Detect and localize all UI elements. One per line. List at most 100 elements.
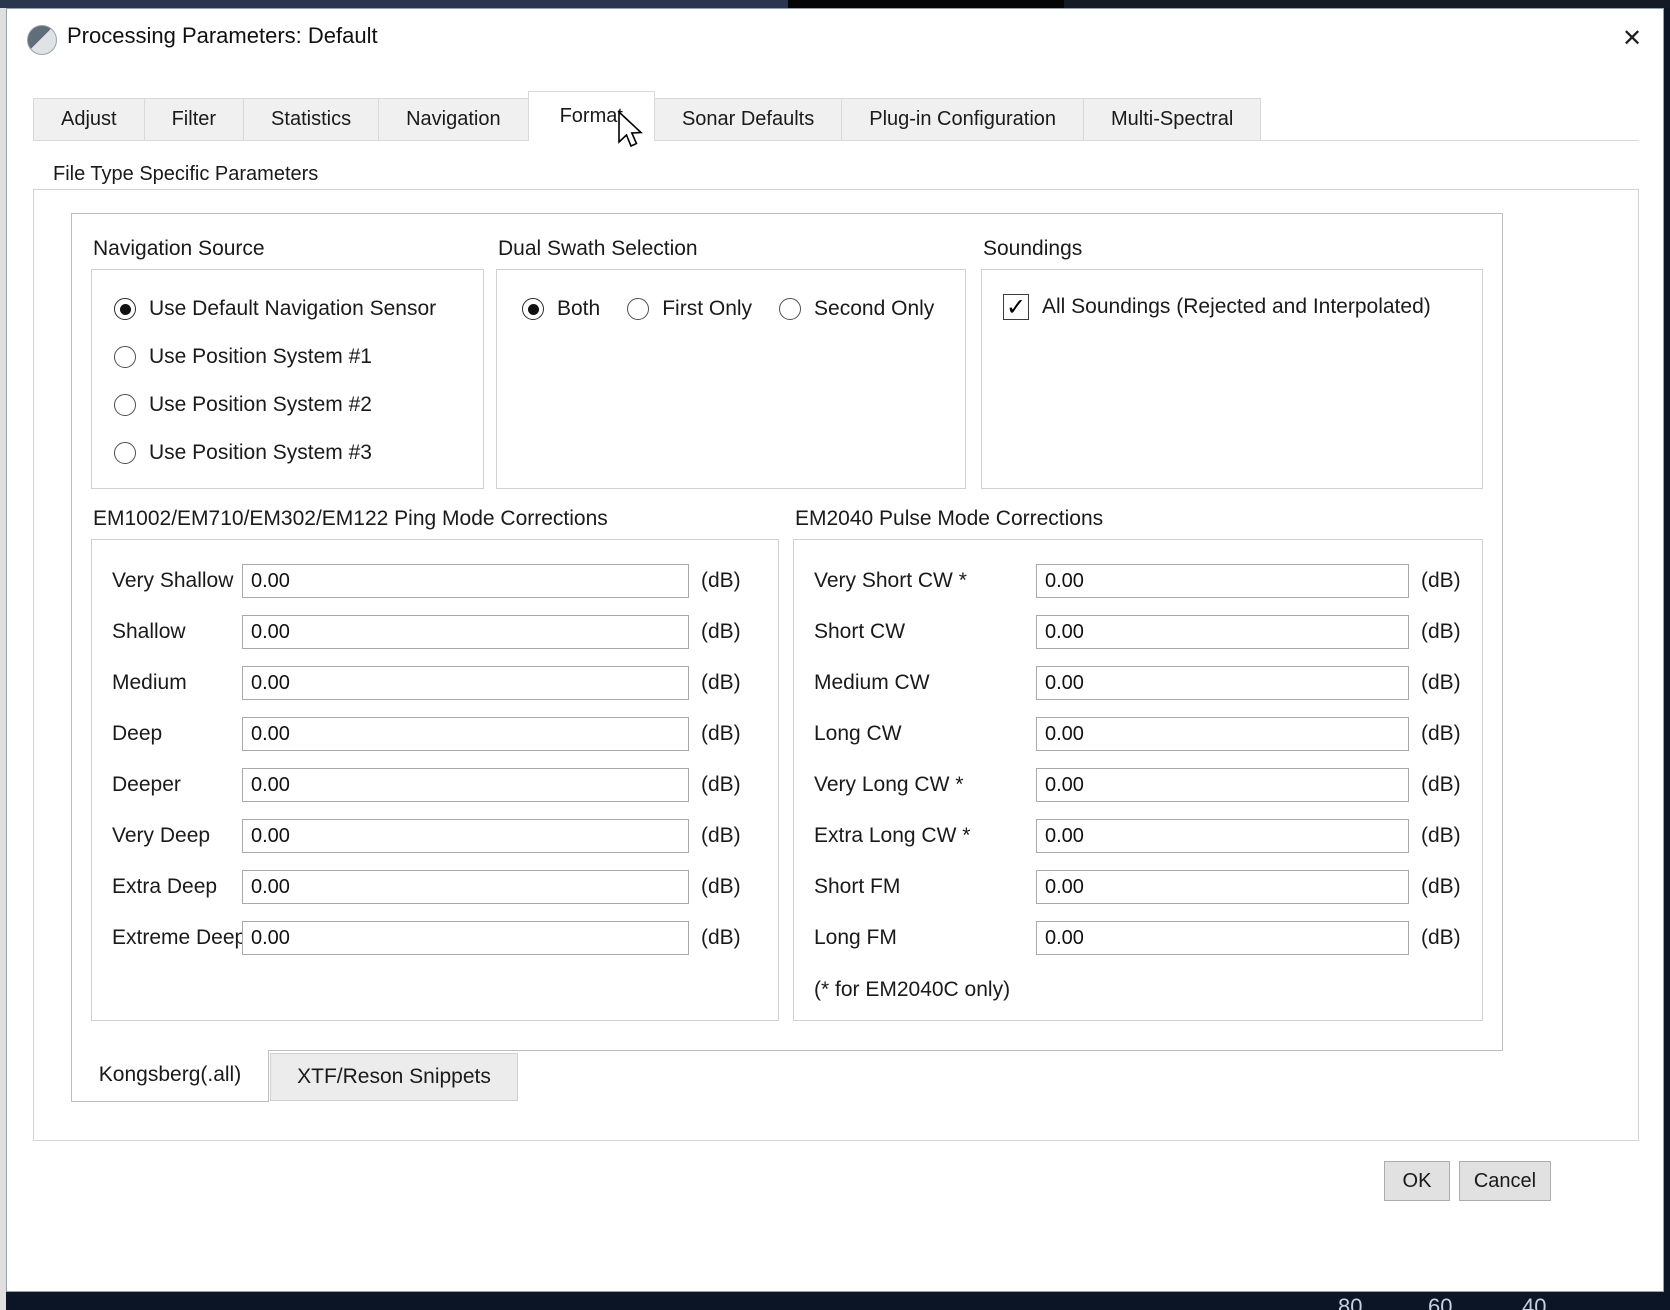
correction-label: Very Long CW * xyxy=(794,773,1036,797)
correction-input[interactable] xyxy=(242,564,689,598)
correction-input[interactable] xyxy=(1036,615,1409,649)
tab-plugin-configuration[interactable]: Plug-in Configuration xyxy=(841,98,1084,141)
radio-icon[interactable] xyxy=(627,298,649,320)
checkbox-label: All Soundings (Rejected and Interpolated… xyxy=(1042,295,1431,319)
db-unit: (dB) xyxy=(1421,773,1461,797)
file-tab-kongsberg[interactable]: Kongsberg(.all) xyxy=(71,1050,269,1102)
correction-row: Very Short CW * (dB) xyxy=(794,564,1482,598)
correction-label: Deeper xyxy=(92,773,242,797)
processing-parameters-dialog: Processing Parameters: Default ✕ Adjust … xyxy=(6,8,1664,1292)
mouse-cursor xyxy=(616,110,646,152)
correction-row: Very Long CW * (dB) xyxy=(794,768,1482,802)
correction-row: Shallow (dB) xyxy=(92,615,778,649)
radio-option[interactable]: Second Only xyxy=(779,294,934,324)
db-unit: (dB) xyxy=(1421,824,1461,848)
radio-label: Use Position System #1 xyxy=(149,345,372,369)
app-icon xyxy=(27,25,57,55)
radio-label: First Only xyxy=(662,297,752,321)
correction-input[interactable] xyxy=(242,717,689,751)
radio-label: Second Only xyxy=(814,297,934,321)
radio-icon[interactable] xyxy=(522,298,544,320)
correction-label: Extreme Deep xyxy=(92,926,242,950)
correction-label: Very Deep xyxy=(92,824,242,848)
db-unit: (dB) xyxy=(1421,671,1461,695)
radio-option[interactable]: Use Default Navigation Sensor xyxy=(114,294,436,324)
correction-row: Very Deep (dB) xyxy=(92,819,778,853)
dual-swath-group: Both First Only Second Only xyxy=(496,269,966,489)
correction-row: Deeper (dB) xyxy=(92,768,778,802)
title-bar[interactable]: Processing Parameters: Default ✕ xyxy=(7,9,1663,69)
checkbox-option[interactable]: ✓ All Soundings (Rejected and Interpolat… xyxy=(1003,294,1431,320)
correction-input[interactable] xyxy=(1036,921,1409,955)
db-unit: (dB) xyxy=(701,620,741,644)
correction-label: Long CW xyxy=(794,722,1036,746)
correction-row: Deep (dB) xyxy=(92,717,778,751)
dual-swath-title: Dual Swath Selection xyxy=(496,237,700,261)
correction-label: Extra Deep xyxy=(92,875,242,899)
radio-icon[interactable] xyxy=(114,394,136,416)
db-unit: (dB) xyxy=(701,773,741,797)
db-unit: (dB) xyxy=(701,824,741,848)
db-unit: (dB) xyxy=(701,926,741,950)
close-icon[interactable]: ✕ xyxy=(1607,19,1657,59)
correction-row: Long CW (dB) xyxy=(794,717,1482,751)
background-strip xyxy=(1064,0,1670,8)
tab-adjust[interactable]: Adjust xyxy=(33,98,145,141)
correction-input[interactable] xyxy=(242,615,689,649)
radio-icon[interactable] xyxy=(114,298,136,320)
correction-input[interactable] xyxy=(242,768,689,802)
radio-icon[interactable] xyxy=(114,442,136,464)
radio-icon[interactable] xyxy=(114,346,136,368)
radio-label: Both xyxy=(557,297,600,321)
background-axis-number: 40 xyxy=(1522,1294,1546,1310)
db-unit: (dB) xyxy=(1421,875,1461,899)
correction-row: Extreme Deep (dB) xyxy=(92,921,778,955)
background-axis-number: 80 xyxy=(1338,1294,1362,1310)
tab-navigation[interactable]: Navigation xyxy=(378,98,529,141)
correction-label: Deep xyxy=(92,722,242,746)
radio-label: Use Position System #3 xyxy=(149,441,372,465)
tab-sonar-defaults[interactable]: Sonar Defaults xyxy=(654,98,842,141)
correction-label: Shallow xyxy=(92,620,242,644)
radio-option[interactable]: Use Position System #2 xyxy=(114,390,436,420)
correction-input[interactable] xyxy=(1036,870,1409,904)
tab-statistics[interactable]: Statistics xyxy=(243,98,379,141)
file-type-group-title: File Type Specific Parameters xyxy=(49,163,322,186)
correction-row: Medium CW (dB) xyxy=(794,666,1482,700)
correction-input[interactable] xyxy=(242,921,689,955)
correction-row: Short CW (dB) xyxy=(794,615,1482,649)
db-unit: (dB) xyxy=(1421,620,1461,644)
ping-mode-group: Very Shallow (dB) Shallow (dB) Medium (d… xyxy=(91,539,779,1021)
cancel-button[interactable]: Cancel xyxy=(1459,1161,1551,1201)
correction-row: Medium (dB) xyxy=(92,666,778,700)
screen: 80 60 40 Processing Parameters: Default … xyxy=(0,0,1670,1310)
soundings-group: ✓ All Soundings (Rejected and Interpolat… xyxy=(981,269,1483,489)
db-unit: (dB) xyxy=(701,875,741,899)
correction-row: Very Shallow (dB) xyxy=(92,564,778,598)
correction-input[interactable] xyxy=(1036,717,1409,751)
correction-row: Extra Long CW * (dB) xyxy=(794,819,1482,853)
radio-icon[interactable] xyxy=(779,298,801,320)
db-unit: (dB) xyxy=(1421,926,1461,950)
radio-option[interactable]: Use Position System #1 xyxy=(114,342,436,372)
file-tab-xtf-reson[interactable]: XTF/Reson Snippets xyxy=(270,1053,518,1101)
db-unit: (dB) xyxy=(1421,722,1461,746)
radio-option[interactable]: Both xyxy=(522,294,600,324)
correction-input[interactable] xyxy=(1036,666,1409,700)
correction-label: Medium CW xyxy=(794,671,1036,695)
ok-button[interactable]: OK xyxy=(1384,1161,1450,1201)
tab-filter[interactable]: Filter xyxy=(144,98,244,141)
checkbox-icon[interactable]: ✓ xyxy=(1003,294,1029,320)
radio-option[interactable]: First Only xyxy=(627,294,752,324)
correction-input[interactable] xyxy=(1036,768,1409,802)
correction-row: Short FM (dB) xyxy=(794,870,1482,904)
tab-multi-spectral[interactable]: Multi-Spectral xyxy=(1083,98,1261,141)
radio-label: Use Position System #2 xyxy=(149,393,372,417)
correction-input[interactable] xyxy=(242,819,689,853)
correction-input[interactable] xyxy=(1036,819,1409,853)
correction-input[interactable] xyxy=(242,870,689,904)
radio-option[interactable]: Use Position System #3 xyxy=(114,438,436,468)
background-axis-number: 60 xyxy=(1428,1294,1452,1310)
correction-input[interactable] xyxy=(1036,564,1409,598)
correction-input[interactable] xyxy=(242,666,689,700)
